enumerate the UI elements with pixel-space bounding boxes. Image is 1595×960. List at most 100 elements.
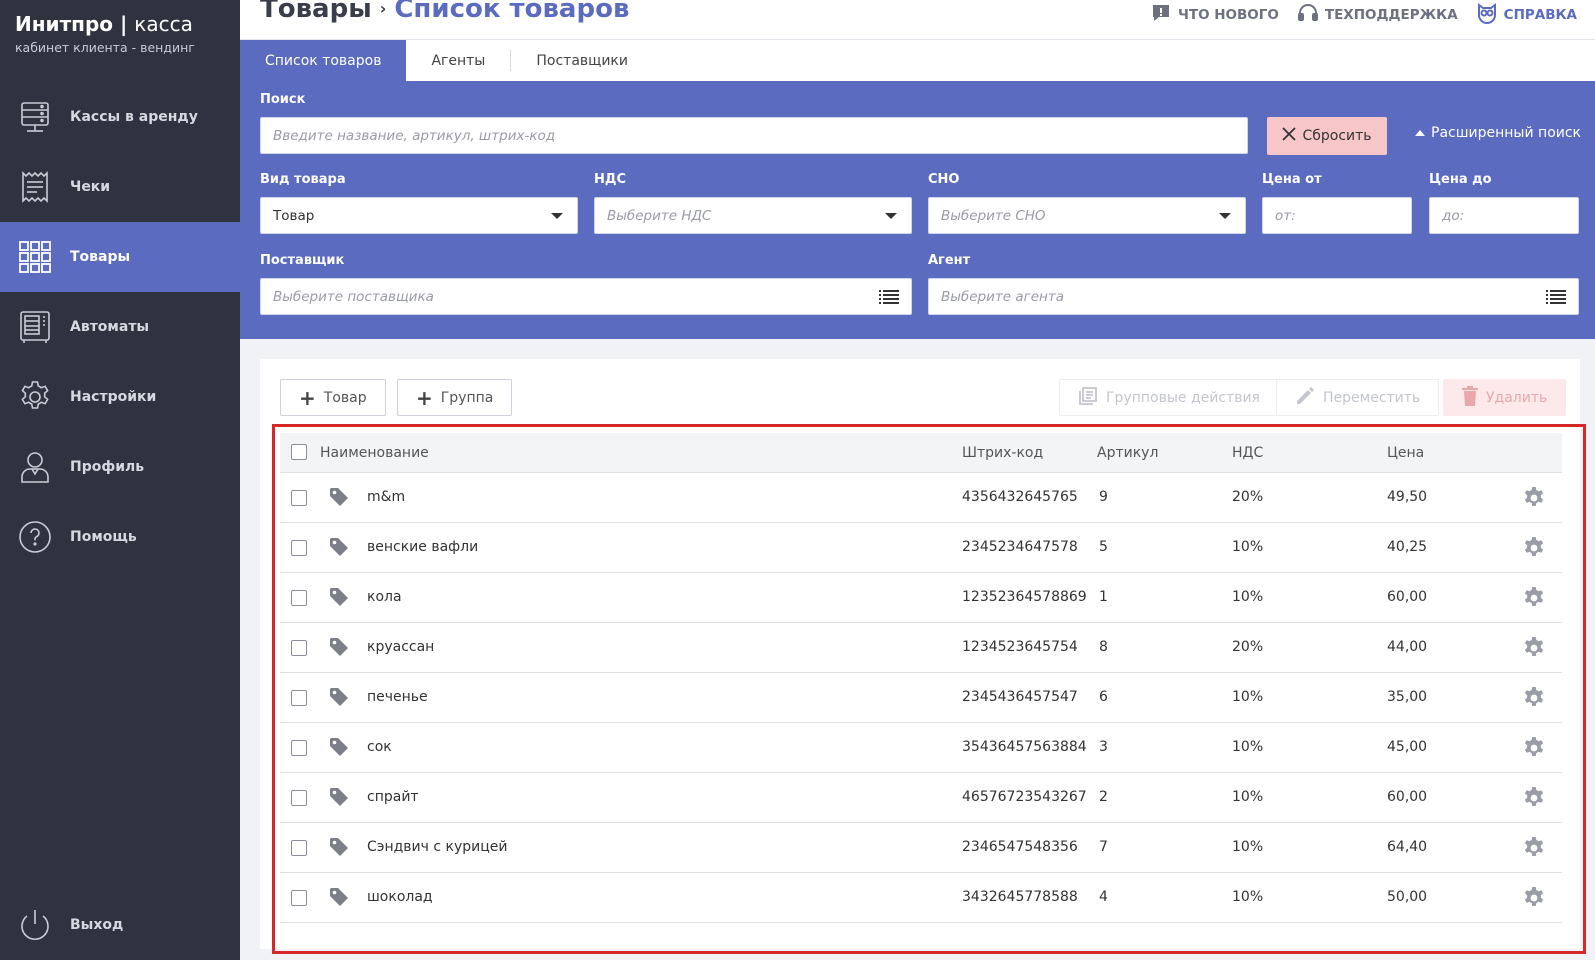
user-icon: [16, 448, 54, 486]
group-actions-button[interactable]: Групповые действия: [1059, 379, 1279, 416]
add-group-button[interactable]: + Группа: [397, 379, 513, 416]
price-to-placeholder: до:: [1442, 207, 1465, 224]
search-placeholder: Введите название, артикул, штрих-код: [273, 127, 556, 144]
brand-product: касса: [134, 12, 193, 36]
supplier-label: Поставщик: [260, 253, 345, 268]
search-input[interactable]: Введите название, артикул, штрих-код: [260, 117, 1248, 154]
top-links: ЧТО НОВОГО ТЕХПОДДЕРЖКА СПРАВКА: [1150, 2, 1577, 28]
add-group-label: Группа: [440, 389, 494, 406]
help-icon: [16, 518, 54, 556]
pencil-icon: [1295, 386, 1315, 410]
delete-label: Удалить: [1486, 389, 1548, 406]
brand-subtitle: кабинет клиента - вендинг: [15, 40, 195, 55]
delete-button[interactable]: Удалить: [1443, 379, 1567, 416]
agent-placeholder: Выберите агента: [941, 288, 1064, 305]
breadcrumb-root[interactable]: Товары: [260, 0, 372, 24]
supplier-select[interactable]: Выберите поставщика: [260, 278, 912, 315]
support-link[interactable]: ТЕХПОДДЕРЖКА: [1297, 2, 1458, 28]
help-link[interactable]: СПРАВКА: [1476, 2, 1577, 28]
breadcrumb-separator: ›: [379, 0, 387, 18]
sidebar-item-profile[interactable]: Профиль: [0, 432, 240, 502]
sidebar-item-machines[interactable]: Автоматы: [0, 292, 240, 362]
move-button[interactable]: Переместить: [1276, 379, 1440, 416]
vat-select[interactable]: Выберите НДС: [594, 197, 912, 234]
sno-select[interactable]: Выберите СНО: [928, 197, 1246, 234]
type-select[interactable]: Товар: [260, 197, 578, 234]
vat-label: НДС: [594, 172, 626, 187]
vending-machine-icon: [16, 308, 54, 346]
caret-up-icon: [1415, 130, 1425, 136]
gear-icon: [16, 378, 54, 416]
help-label: СПРАВКА: [1503, 7, 1577, 23]
add-product-label: Товар: [323, 389, 367, 406]
reset-button[interactable]: Сбросить: [1267, 117, 1387, 155]
supplier-placeholder: Выберите поставщика: [273, 288, 434, 305]
plus-icon: +: [416, 385, 433, 410]
reset-label: Сбросить: [1302, 128, 1372, 144]
price-from-label: Цена от: [1262, 172, 1322, 187]
group-actions-label: Групповые действия: [1106, 389, 1260, 406]
sidebar-item-products[interactable]: Товары: [0, 222, 240, 292]
headset-icon: [1297, 2, 1319, 28]
chevron-down-icon: [885, 213, 897, 219]
highlight-frame: [272, 424, 1586, 954]
whats-new-label: ЧТО НОВОГО: [1177, 7, 1279, 23]
tab-agents[interactable]: Агенты: [406, 40, 510, 81]
agent-label: Агент: [928, 253, 971, 268]
receipt-icon: [16, 168, 54, 206]
support-label: ТЕХПОДДЕРЖКА: [1324, 7, 1458, 23]
sidebar-item-rent[interactable]: Кассы в аренду: [0, 82, 240, 152]
move-label: Переместить: [1323, 389, 1421, 406]
server-icon: [16, 98, 54, 136]
sidebar: Инитпро | касса кабинет клиента - вендин…: [0, 0, 240, 960]
sidebar-item-label: Кассы в аренду: [70, 109, 198, 125]
brand-divider: |: [120, 12, 128, 36]
power-icon: [16, 906, 54, 944]
plus-icon: +: [299, 385, 316, 410]
brand-name: Инитпро: [15, 12, 114, 36]
search-label: Поиск: [260, 92, 306, 107]
sidebar-item-label: Профиль: [70, 459, 145, 475]
sidebar-item-label: Товары: [70, 249, 131, 265]
price-to-label: Цена до: [1429, 172, 1492, 187]
sno-placeholder: Выберите СНО: [941, 207, 1046, 224]
type-label: Вид товара: [260, 172, 346, 187]
advanced-search-toggle[interactable]: Расширенный поиск: [1415, 125, 1581, 141]
price-from-placeholder: от:: [1275, 207, 1296, 224]
tabs: Список товаров Агенты Поставщики: [240, 40, 1595, 81]
sidebar-item-label: Помощь: [70, 529, 137, 545]
vat-placeholder: Выберите НДС: [607, 207, 712, 224]
topbar: Товары › Список товаров ЧТО НОВОГО ТЕХПОДД…: [240, 0, 1595, 40]
message-icon: [1150, 2, 1172, 28]
filter-panel: Поиск Введите название, артикул, штрих-к…: [240, 81, 1595, 339]
trash-icon: [1462, 385, 1478, 410]
owl-icon: [1476, 2, 1498, 28]
sidebar-item-label: Автоматы: [70, 319, 150, 335]
close-icon: [1282, 127, 1297, 145]
copy-icon: [1078, 386, 1098, 410]
list-icon[interactable]: [879, 290, 899, 308]
grid-icon: [16, 238, 54, 276]
add-product-button[interactable]: + Товар: [280, 379, 386, 416]
tab-suppliers[interactable]: Поставщики: [511, 40, 653, 81]
chevron-down-icon: [1219, 213, 1231, 219]
sidebar-item-label: Настройки: [70, 389, 157, 405]
tab-product-list[interactable]: Список товаров: [240, 40, 407, 81]
type-value: Товар: [273, 207, 315, 224]
brand: Инитпро | касса кабинет клиента - вендин…: [0, 0, 240, 82]
price-to-input[interactable]: до:: [1429, 197, 1579, 234]
brand-title: Инитпро | касса: [15, 12, 225, 36]
advanced-search-label: Расширенный поиск: [1431, 125, 1582, 141]
sidebar-item-receipts[interactable]: Чеки: [0, 152, 240, 222]
list-icon[interactable]: [1546, 290, 1566, 308]
sidebar-item-help[interactable]: Помощь: [0, 502, 240, 572]
page-title: Товары › Список товаров: [260, 0, 629, 24]
sidebar-item-label: Выход: [70, 917, 124, 933]
sidebar-item-label: Чеки: [70, 179, 111, 195]
sidebar-item-settings[interactable]: Настройки: [0, 362, 240, 432]
agent-select[interactable]: Выберите агента: [928, 278, 1579, 315]
sidebar-item-exit[interactable]: Выход: [0, 890, 240, 960]
whats-new-link[interactable]: ЧТО НОВОГО: [1150, 2, 1279, 28]
breadcrumb-current: Список товаров: [394, 0, 630, 24]
price-from-input[interactable]: от:: [1262, 197, 1412, 234]
